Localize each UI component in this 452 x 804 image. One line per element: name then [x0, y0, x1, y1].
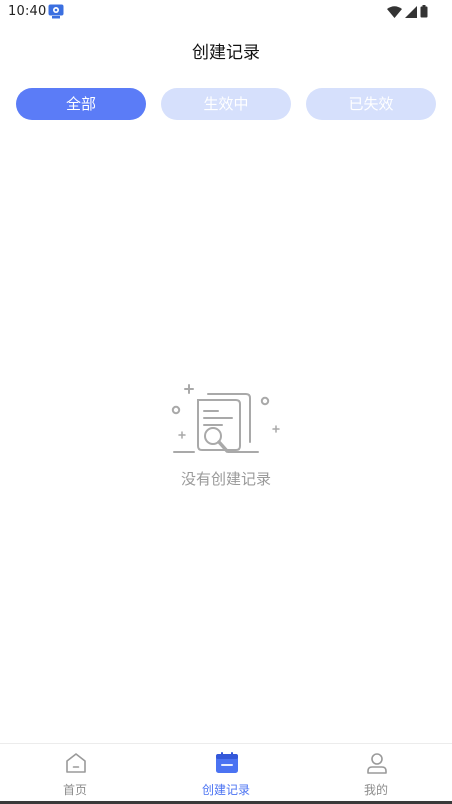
tab-active-records[interactable]: 生效中: [161, 88, 291, 120]
nav-label-records: 创建记录: [201, 783, 250, 797]
nav-label-profile: 我的: [363, 783, 388, 797]
calendar-icon: [216, 752, 238, 774]
nav-label-home: 首页: [62, 783, 87, 797]
bottom-navigation: 首页 创建记录 我的: [0, 743, 452, 802]
empty-state-message: 没有创建记录: [180, 470, 271, 488]
nav-item-records[interactable]: 创建记录: [166, 744, 286, 802]
cellular-signal-icon: [405, 3, 417, 22]
tab-all[interactable]: 全部: [16, 88, 146, 120]
filter-tabs: 全部 生效中 已失效: [16, 88, 436, 120]
profile-icon: [366, 752, 388, 774]
app-notification-icon: [48, 4, 64, 19]
home-icon: [65, 752, 87, 774]
status-icons: [387, 3, 428, 22]
battery-icon: [420, 3, 428, 22]
wifi-icon: [387, 3, 402, 22]
empty-document-search-icon: [166, 380, 286, 460]
status-bar: 10:40: [0, 0, 452, 26]
status-time: 10:40: [8, 4, 47, 19]
page-title: 创建记录: [192, 43, 260, 63]
nav-item-home[interactable]: 首页: [15, 744, 135, 802]
tab-expired-records[interactable]: 已失效: [306, 88, 436, 120]
nav-item-profile[interactable]: 我的: [316, 744, 436, 802]
